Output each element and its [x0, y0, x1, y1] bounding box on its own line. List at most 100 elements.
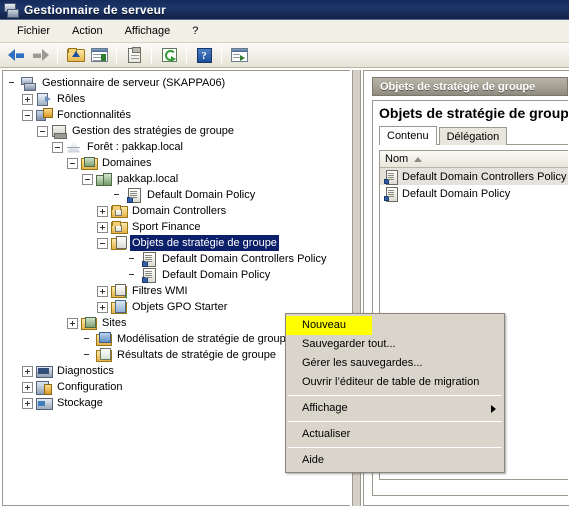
tree-item-roles[interactable]: Rôles [7, 91, 350, 107]
roles-icon [36, 92, 52, 107]
back-button[interactable] [5, 45, 27, 66]
ctx-sauvegarder-tout-row[interactable]: Sauvegarder tout... [286, 335, 504, 354]
menu-action[interactable]: Action [63, 23, 112, 39]
menu-bar: Fichier Action Affichage ? [0, 20, 569, 43]
tree-item-label: Default Domain Policy [147, 189, 256, 201]
expand-icon[interactable] [97, 205, 108, 217]
expand-icon[interactable] [22, 365, 33, 377]
toolbar-separator [186, 46, 187, 64]
tree-item-forest[interactable]: Forêt : pakkap.local [7, 139, 350, 155]
ctx-sauvegarder-tout[interactable]: Sauvegarder tout... [286, 335, 504, 354]
ctx-nouveau-row[interactable]: Nouveau [286, 316, 504, 335]
tree-spacer [7, 78, 18, 89]
gpo-icon [126, 187, 142, 203]
show-hide-console-tree-button[interactable] [88, 45, 110, 66]
tree-item-gpo-container[interactable]: Objets de stratégie de groupe [7, 235, 350, 251]
expand-icon[interactable] [22, 397, 33, 409]
title-bar: Gestionnaire de serveur [0, 0, 569, 20]
tree-item-sport-finance[interactable]: Sport Finance [7, 219, 350, 235]
expand-icon[interactable] [97, 285, 108, 297]
window-title: Gestionnaire de serveur [24, 2, 166, 17]
gpo-icon [384, 186, 398, 202]
tree-item-label: Default Domain Controllers Policy [162, 253, 327, 265]
tree-item-ddc-policy[interactable]: Default Domain Controllers Policy [7, 251, 350, 267]
list-item[interactable]: Default Domain Policy [380, 185, 568, 202]
help-button[interactable]: ? [193, 45, 215, 66]
tree-spacer [112, 190, 123, 201]
gpo-list-rows: Default Domain Controllers Policy Default… [380, 168, 568, 202]
tree-item-label: Modélisation de stratégie de groupe [117, 333, 292, 345]
list-item-label: Default Domain Policy [402, 187, 511, 200]
tree-item-server-manager[interactable]: Gestionnaire de serveur (SKAPPA06) [7, 75, 350, 91]
properties-button[interactable] [123, 45, 145, 66]
ctx-ouvrir-editeur-migration-row[interactable]: Ouvrir l’éditeur de table de migration [286, 373, 504, 392]
ctx-affichage[interactable]: Affichage [286, 399, 504, 418]
tree-item-label: Domaines [102, 157, 152, 169]
tree-item-domain-pakkap[interactable]: pakkap.local [7, 171, 350, 187]
domains-icon [81, 156, 98, 171]
tree-item-features[interactable]: Fonctionnalités [7, 107, 350, 123]
server-icon [21, 76, 37, 91]
menu-affichage[interactable]: Affichage [116, 23, 180, 39]
refresh-button[interactable] [158, 45, 180, 66]
collapse-icon[interactable] [22, 109, 33, 121]
context-menu-separator [288, 447, 502, 448]
tree-item-label: Sites [102, 317, 127, 329]
show-hide-action-pane-button[interactable] [228, 45, 250, 66]
tree-item-default-domain-policy[interactable]: Default Domain Policy [7, 187, 350, 203]
up-one-level-button[interactable] [64, 45, 86, 66]
menu-fichier[interactable]: Fichier [8, 23, 59, 39]
tree-item-ddp-policy[interactable]: Default Domain Policy [7, 267, 350, 283]
context-menu-item-label: Ouvrir l’éditeur de table de migration [302, 376, 480, 388]
tree-item-gpmc[interactable]: Gestion des stratégies de groupe [7, 123, 350, 139]
menu-help[interactable]: ? [183, 23, 207, 39]
toolbar-separator [116, 46, 117, 64]
model-icon [96, 331, 112, 347]
toolbar-separator [57, 46, 58, 64]
tree-item-domains[interactable]: Domaines [7, 155, 350, 171]
ctx-gerer-sauvegardes[interactable]: Gérer les sauvegardes... [286, 354, 504, 373]
ctx-aide-row[interactable]: Aide [286, 451, 504, 470]
ctx-affichage-row[interactable]: Affichage [286, 399, 504, 418]
sort-ascending-icon [414, 156, 423, 162]
ou-icon [111, 220, 128, 235]
ctx-nouveau[interactable]: Nouveau [286, 316, 373, 335]
ctx-actualiser-row[interactable]: Actualiser [286, 425, 504, 444]
ctx-gerer-sauvegardes-row[interactable]: Gérer les sauvegardes... [286, 354, 504, 373]
ctx-ouvrir-editeur-migration[interactable]: Ouvrir l’éditeur de table de migration [286, 373, 504, 392]
config-icon [36, 380, 52, 395]
tab-contenu[interactable]: Contenu [379, 126, 437, 145]
collapse-icon[interactable] [82, 173, 93, 185]
list-column-header[interactable]: Nom [380, 151, 568, 168]
tab-delegation[interactable]: Délégation [438, 127, 508, 145]
collapse-icon[interactable] [52, 141, 63, 153]
expand-icon[interactable] [97, 301, 108, 313]
tree-item-label: Stockage [57, 397, 103, 409]
toolbar-separator [221, 46, 222, 64]
tree-item-label: Rôles [57, 93, 86, 105]
panel-icon [90, 48, 108, 62]
tree-item-label: Configuration [57, 381, 123, 393]
expand-icon[interactable] [97, 221, 108, 233]
expand-icon[interactable] [22, 93, 33, 105]
ctx-aide[interactable]: Aide [286, 451, 504, 470]
tree-item-wmi-filters[interactable]: Filtres WMI [7, 283, 350, 299]
gpo-icon [141, 251, 157, 267]
tree-spacer [127, 270, 138, 281]
forward-button[interactable] [29, 45, 51, 66]
collapse-icon[interactable] [97, 237, 108, 249]
tree-item-domain-controllers[interactable]: Domain Controllers [7, 203, 350, 219]
context-menu-item-label: Sauvegarder tout... [302, 338, 396, 350]
collapse-icon[interactable] [67, 157, 78, 169]
tree-item-label: Sport Finance [132, 221, 201, 233]
collapse-icon[interactable] [37, 125, 48, 137]
list-item[interactable]: Default Domain Controllers Policy [380, 168, 568, 185]
diag-icon [36, 364, 53, 379]
ctx-actualiser[interactable]: Actualiser [286, 425, 504, 444]
tree-item-label: Objets de stratégie de groupe [130, 235, 279, 251]
toolbar: ? [0, 43, 569, 68]
context-menu-item-label: Gérer les sauvegardes... [302, 357, 423, 369]
expand-icon[interactable] [67, 317, 78, 329]
expand-icon[interactable] [22, 381, 33, 393]
tree-item-label: Domain Controllers [132, 205, 227, 217]
